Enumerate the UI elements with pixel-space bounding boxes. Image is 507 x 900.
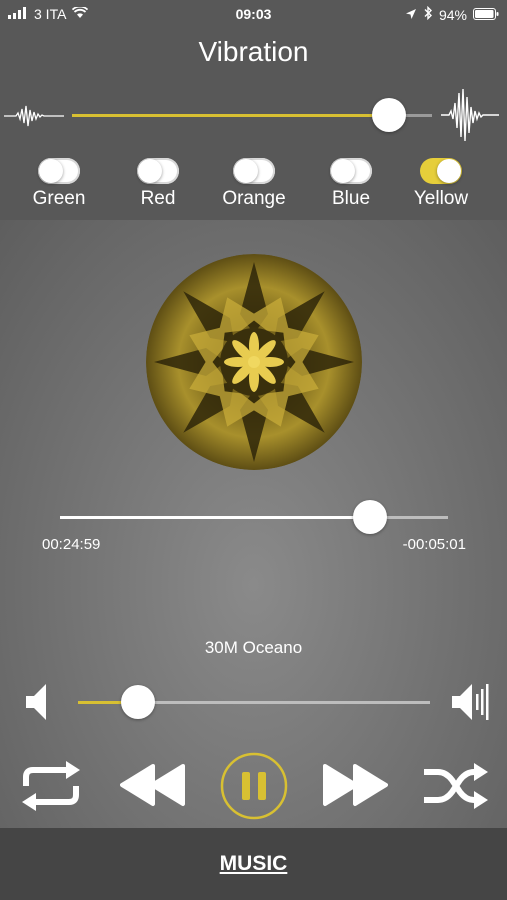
waveform-small-icon	[4, 102, 64, 135]
toggle-yellow-label: Yellow	[413, 188, 469, 209]
toggle-green-label: Green	[32, 188, 86, 209]
vibration-slider-fill	[72, 114, 389, 117]
pause-button[interactable]	[220, 752, 288, 825]
battery-icon	[473, 7, 499, 23]
battery-percent: 94%	[438, 6, 467, 23]
player-area: 00:24:59 -00:05:01 30M Oceano	[0, 220, 507, 828]
playback-controls	[0, 752, 507, 822]
vibration-panel: 3 ITA 09:03 94% Vibration Green Red Oran…	[0, 0, 507, 220]
toggle-blue[interactable]: Blue	[306, 158, 396, 210]
toggle-orange-switch[interactable]	[233, 158, 275, 184]
rewind-icon[interactable]	[120, 762, 186, 813]
toggle-blue-label: Blue	[331, 188, 371, 209]
toggle-red-switch[interactable]	[137, 158, 179, 184]
bottom-bar: MUSIC	[0, 828, 507, 900]
progress-slider-thumb[interactable]	[353, 500, 387, 534]
color-toggles: Green Red Orange Blue Yellow	[0, 158, 507, 218]
shuffle-icon[interactable]	[422, 760, 490, 817]
volume-slider-thumb[interactable]	[121, 685, 155, 719]
bluetooth-icon	[423, 5, 433, 23]
toggle-orange[interactable]: Orange	[209, 158, 299, 210]
status-bar: 3 ITA 09:03 94%	[0, 0, 507, 28]
volume-high-icon[interactable]	[450, 680, 492, 729]
song-title: 30M Oceano	[204, 638, 303, 657]
vibration-slider-row	[0, 84, 507, 144]
toggle-green-switch[interactable]	[38, 158, 80, 184]
progress-slider[interactable]	[60, 500, 448, 534]
location-icon	[405, 7, 417, 23]
volume-slider[interactable]	[78, 685, 430, 719]
waveform-large-icon	[441, 86, 499, 149]
page-title: Vibration	[198, 36, 309, 67]
vibration-slider-thumb[interactable]	[372, 98, 406, 132]
album-art	[146, 254, 362, 470]
music-tab[interactable]: MUSIC	[0, 852, 507, 876]
fast-forward-icon[interactable]	[322, 762, 388, 813]
vibration-slider[interactable]	[72, 98, 432, 132]
toggle-blue-switch[interactable]	[330, 158, 372, 184]
toggle-green[interactable]: Green	[14, 158, 104, 210]
pause-icon	[242, 772, 250, 800]
volume-low-icon[interactable]	[24, 680, 50, 729]
elapsed-time: 00:24:59	[42, 536, 101, 553]
toggle-yellow-switch[interactable]	[420, 158, 462, 184]
toggle-orange-label: Orange	[222, 188, 286, 209]
toggle-red[interactable]: Red	[113, 158, 203, 210]
toggle-red-label: Red	[140, 188, 176, 209]
remaining-time: -00:05:01	[402, 536, 466, 553]
toggle-yellow[interactable]: Yellow	[396, 158, 486, 210]
repeat-icon[interactable]	[18, 760, 84, 817]
volume-row	[0, 676, 507, 726]
progress-slider-fill	[60, 516, 370, 519]
